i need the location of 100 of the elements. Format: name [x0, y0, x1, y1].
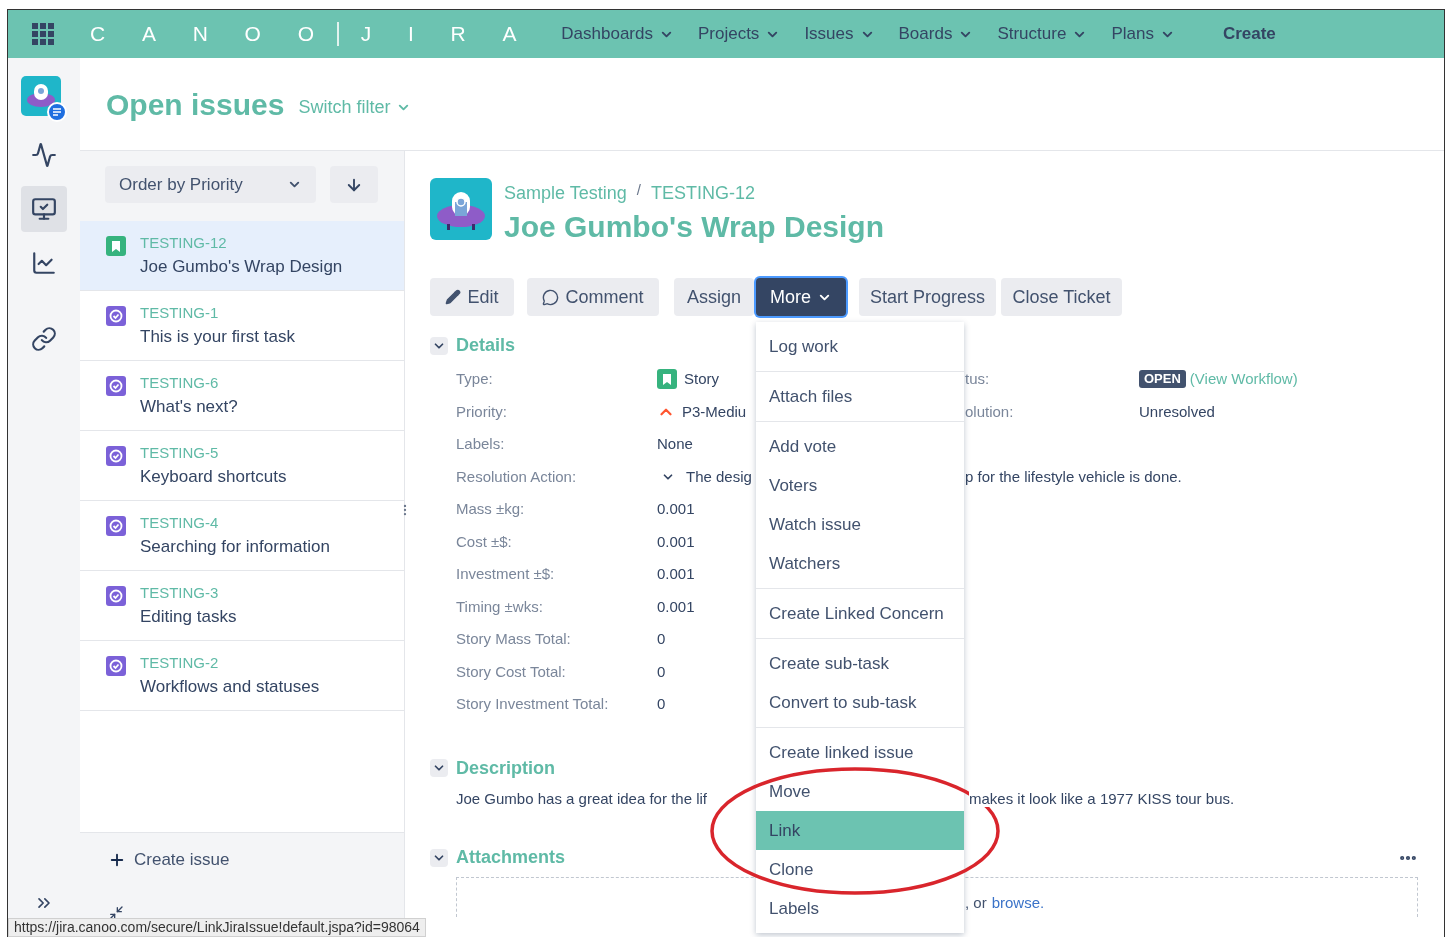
action-button[interactable]: Close Ticket [1001, 278, 1122, 316]
field-label: Priority: [456, 401, 507, 422]
issue-key: TESTING-6 [140, 374, 238, 391]
order-dropdown[interactable]: Order by Priority [105, 166, 316, 203]
field-label: Investment ±$: [456, 564, 555, 584]
field-label: Timing ±wks: [456, 596, 543, 617]
nav-menu[interactable]: Structure [997, 21, 1088, 47]
menu-item[interactable]: Log work [756, 327, 964, 366]
action-button[interactable]: Comment [527, 278, 659, 316]
action-button[interactable]: Start Progress [859, 278, 996, 316]
browse-link[interactable]: browse. [991, 892, 1045, 917]
issue-summary: Editing tasks [140, 607, 237, 627]
comment-icon [542, 288, 560, 306]
menu-item[interactable]: Clone [756, 850, 964, 889]
action-button[interactable]: More [756, 278, 846, 316]
menu-item[interactable]: Labels [756, 889, 964, 928]
menu-item[interactable]: Create linked issue [756, 733, 964, 772]
section-title: Details [456, 334, 516, 357]
menu-item[interactable]: Create sub-task [756, 644, 964, 683]
field-label: Resolution Action: [456, 466, 577, 487]
issue-summary: Workflows and statuses [140, 677, 320, 697]
description-toggle[interactable] [430, 759, 448, 777]
issue-key: TESTING-12 [140, 234, 343, 251]
task-icon [106, 446, 126, 466]
nav-menu[interactable]: Dashboards [561, 21, 674, 47]
issue-summary: Keyboard shortcuts [140, 467, 287, 487]
logo-text: CANOO [90, 21, 351, 48]
chart-icon [31, 250, 57, 276]
task-icon [106, 656, 126, 676]
breadcrumb-separator: / [636, 180, 641, 201]
field-value: 0.001 [657, 564, 695, 584]
issue-key: TESTING-4 [140, 514, 330, 531]
page-title: Open issues [106, 86, 285, 123]
sort-direction-button[interactable] [330, 166, 378, 203]
field-value: None [657, 434, 693, 454]
field-label: Story Cost Total: [456, 661, 566, 682]
field-value: 0.001 [657, 499, 695, 519]
task-icon [106, 586, 126, 606]
menu-item[interactable]: Watchers [756, 544, 964, 583]
action-button[interactable]: Assign [674, 278, 754, 316]
section-title: Attachments [456, 846, 566, 869]
sidebar-button[interactable] [21, 186, 67, 232]
menu-item[interactable]: Add vote [756, 427, 964, 466]
field-value: Unresolved [1139, 401, 1215, 422]
issue-summary: Joe Gumbo's Wrap Design [140, 257, 343, 277]
issue-summary: Searching for information [140, 537, 330, 557]
status-bar-url: https://jira.canoo.com/secure/LinkJiraIssue!default.jspa?id=98064 [8, 918, 426, 937]
field-value: p for the lifestyle vehicle is done. [965, 466, 1182, 487]
issue-key: TESTING-3 [140, 584, 237, 601]
attachments-toggle[interactable] [430, 848, 448, 867]
field-value: 0 [657, 694, 666, 714]
description-text: Joe Gumbo has a great idea for the lif [456, 789, 707, 807]
issue-summary: What's next? [140, 397, 238, 417]
create-button[interactable]: Create [1222, 21, 1276, 47]
status-badge: OPEN [1139, 370, 1186, 389]
task-icon [106, 376, 126, 396]
field-label: Mass ±kg: [456, 499, 525, 519]
field-label: Type: [456, 369, 493, 389]
story-icon [657, 369, 677, 390]
logo-text: JIRA [360, 21, 554, 48]
field-value: 0.001 [657, 531, 695, 552]
field-value: 0.001 [657, 596, 695, 617]
menu-item[interactable]: Link [756, 811, 964, 850]
field-value: The desig [686, 466, 752, 487]
issue-list-item[interactable]: TESTING-12 Joe Gumbo's Wrap Design [80, 221, 404, 291]
task-icon [106, 516, 126, 536]
task-icon [106, 306, 126, 326]
section-title: Description [456, 756, 556, 780]
menu-item[interactable]: Watch issue [756, 505, 964, 544]
menu-item[interactable]: Attach files [756, 377, 964, 416]
field-label: Story Mass Total: [456, 629, 571, 649]
drop-zone-text: , or [965, 893, 987, 913]
menu-item[interactable]: Convert to sub-task [756, 683, 964, 722]
menu-item[interactable]: Create Linked Concern [756, 594, 964, 633]
activity-icon [31, 142, 57, 168]
nav-menu[interactable]: Issues [804, 21, 875, 47]
nav-menu[interactable]: Projects [697, 21, 781, 47]
field-label: tus: [965, 369, 990, 389]
app-grid-icon[interactable] [32, 23, 54, 45]
pencil-icon [445, 289, 462, 305]
description-text: makes it look like a 1977 KISS tour bus. [969, 789, 1235, 807]
link-icon [31, 326, 57, 352]
issue-key: TESTING-1 [140, 304, 295, 321]
menu-item[interactable]: Voters [756, 466, 964, 505]
field-label: Story Investment Total: [456, 694, 609, 714]
project-avatar-icon [430, 178, 492, 240]
board-icon [31, 196, 57, 222]
field-value: P3-Mediu [682, 401, 747, 422]
issue-key: TESTING-2 [140, 654, 320, 671]
issue-key: TESTING-5 [140, 444, 287, 461]
details-toggle[interactable] [430, 336, 448, 355]
field-label: Cost ±$: [456, 531, 512, 552]
field-label: olution: [965, 401, 1014, 422]
issue-summary: This is your first task [140, 327, 295, 347]
action-button[interactable]: Edit [430, 278, 514, 316]
nav-menu[interactable]: Boards [898, 21, 974, 47]
project-avatar-icon[interactable] [21, 76, 67, 122]
story-icon [106, 236, 126, 256]
menu-item[interactable]: Move [756, 772, 964, 811]
nav-menu[interactable]: Plans [1111, 21, 1175, 47]
